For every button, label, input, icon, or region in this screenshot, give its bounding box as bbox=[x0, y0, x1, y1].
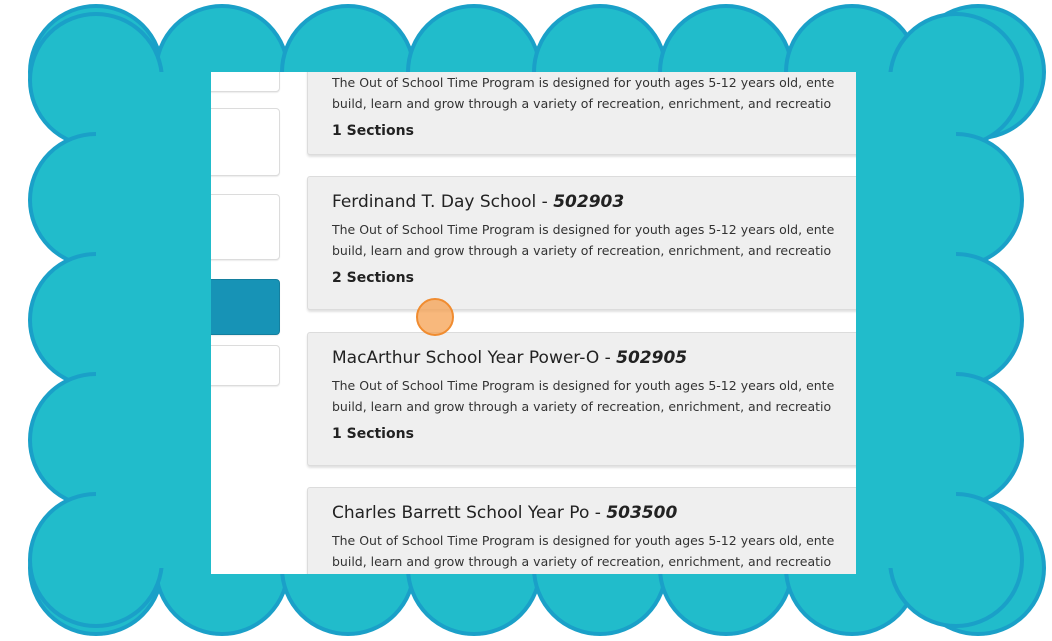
description-line: The Out of School Time Program is design… bbox=[332, 378, 835, 393]
description-line: The Out of School Time Program is design… bbox=[332, 533, 835, 548]
program-description: The Out of School Time Program is design… bbox=[332, 375, 856, 417]
program-code: 503500 bbox=[606, 503, 678, 523]
description-line: build, learn and grow through a variety … bbox=[332, 96, 832, 111]
sidebar-reset-box[interactable] bbox=[211, 345, 280, 386]
program-title[interactable]: Ferdinand T. Day School - 502903 bbox=[332, 191, 856, 213]
program-title[interactable]: MacArthur School Year Power-O - 502905 bbox=[332, 347, 856, 369]
program-description: The Out of School Time Program is design… bbox=[332, 219, 856, 261]
program-description: The Out of School Time Program is design… bbox=[332, 72, 856, 114]
sidebar bbox=[211, 72, 281, 574]
description-line: build, learn and grow through a variety … bbox=[332, 399, 832, 414]
sections-count: 1 Sections bbox=[332, 426, 414, 442]
program-description: The Out of School Time Program is design… bbox=[332, 530, 856, 572]
click-cursor-indicator bbox=[416, 298, 454, 336]
sidebar-search-button[interactable] bbox=[211, 279, 280, 335]
sidebar-filter-box[interactable] bbox=[211, 108, 280, 176]
description-line: build, learn and grow through a variety … bbox=[332, 554, 832, 569]
sections-count: 1 Sections bbox=[332, 123, 414, 139]
description-line: build, learn and grow through a variety … bbox=[332, 243, 832, 258]
program-code: 502903 bbox=[553, 192, 625, 212]
sidebar-filter-box[interactable] bbox=[211, 72, 280, 92]
program-name: MacArthur School Year Power-O - bbox=[332, 348, 617, 368]
program-title[interactable]: Charles Barrett School Year Po - 503500 bbox=[332, 502, 856, 524]
program-name: Ferdinand T. Day School - bbox=[332, 192, 554, 212]
description-line: The Out of School Time Program is design… bbox=[332, 75, 835, 90]
description-line: The Out of School Time Program is design… bbox=[332, 222, 835, 237]
program-card[interactable]: Ferdinand T. Day School - 502903 The Out… bbox=[307, 176, 856, 310]
program-code: 502905 bbox=[616, 348, 688, 368]
program-card[interactable]: MacArthur School Year Power-O - 502905 T… bbox=[307, 332, 856, 466]
program-card[interactable]: Charles Barrett School Year Po - 503500 … bbox=[307, 487, 856, 574]
program-card[interactable]: The Out of School Time Program is design… bbox=[307, 72, 856, 155]
program-name: Charles Barrett School Year Po - bbox=[332, 503, 607, 523]
screen-viewport: The Out of School Time Program is design… bbox=[211, 72, 856, 574]
sidebar-filter-box[interactable] bbox=[211, 194, 280, 260]
sections-count: 2 Sections bbox=[332, 270, 414, 286]
